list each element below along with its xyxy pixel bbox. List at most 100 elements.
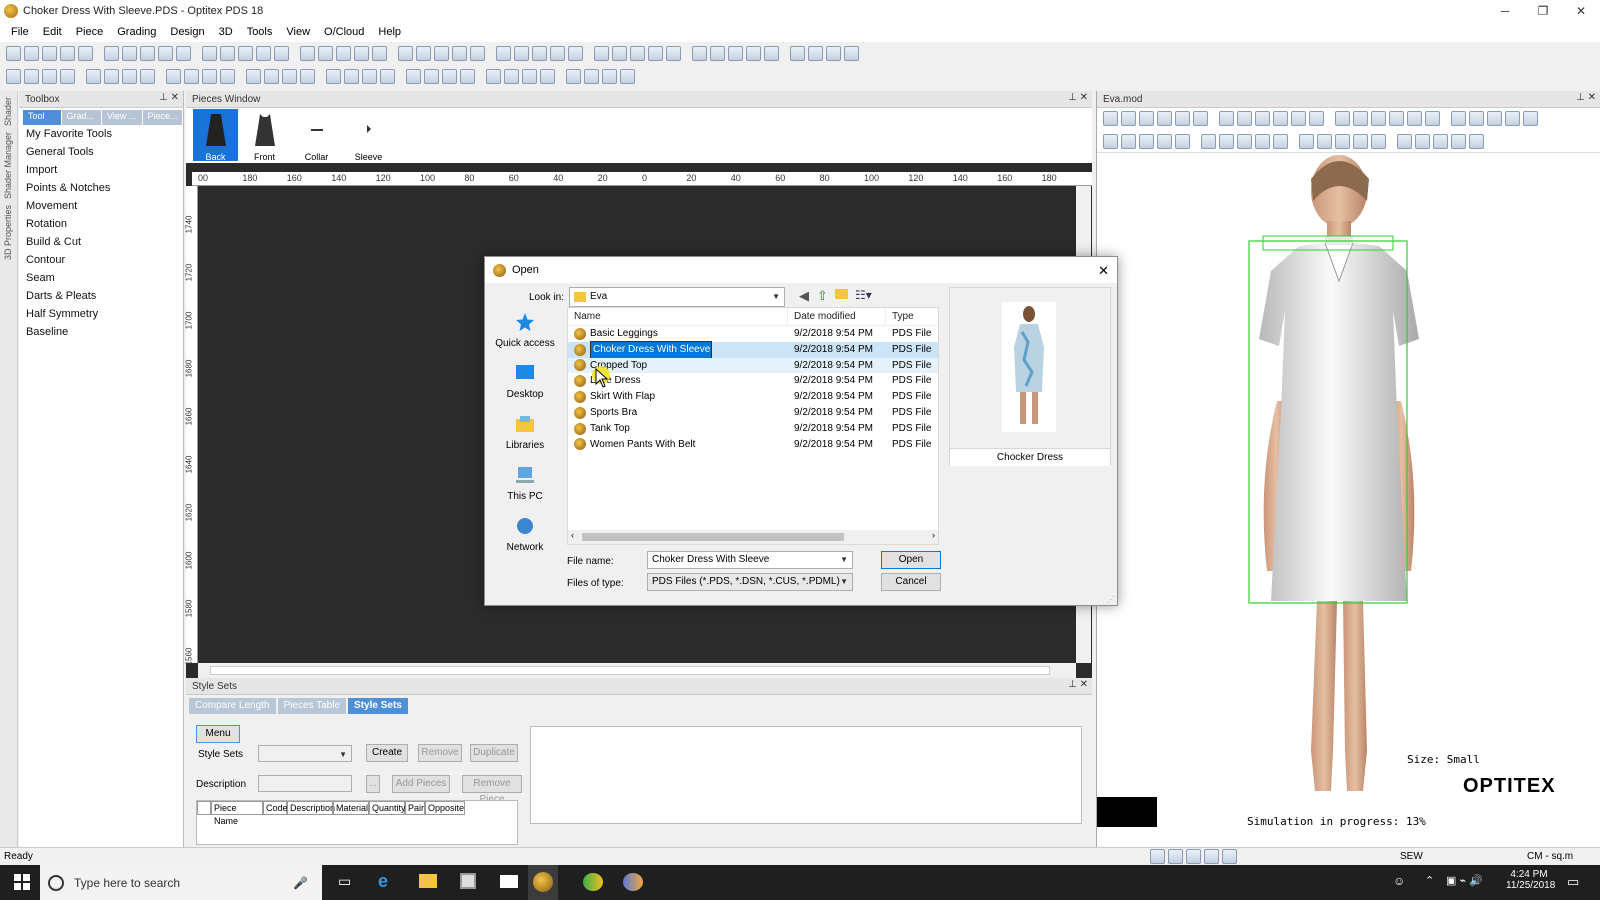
toolbar-button-icon[interactable] bbox=[158, 46, 173, 61]
toolbar-button-icon[interactable] bbox=[434, 46, 449, 61]
toolbar-button-icon[interactable] bbox=[558, 69, 563, 84]
toolbar-button-icon[interactable] bbox=[104, 46, 119, 61]
menu-tools[interactable]: Tools bbox=[240, 26, 280, 38]
duplicate-button[interactable]: Duplicate bbox=[470, 744, 518, 762]
minimize-button[interactable]: ─ bbox=[1486, 0, 1524, 22]
toolbox-item[interactable]: Baseline bbox=[19, 323, 183, 341]
toolbox-tab-view[interactable]: View ... bbox=[102, 110, 142, 125]
tab-compare-length[interactable]: Compare Length bbox=[189, 698, 276, 714]
toolbar-button-icon[interactable] bbox=[844, 46, 859, 61]
toolbar-button-icon[interactable] bbox=[808, 46, 823, 61]
toolbar-button-icon[interactable] bbox=[1291, 111, 1306, 126]
toolbar-button-icon[interactable] bbox=[86, 69, 101, 84]
toolbar-button-icon[interactable] bbox=[326, 69, 341, 84]
toolbar-button-icon[interactable] bbox=[362, 69, 377, 84]
close-button[interactable]: ✕ bbox=[1562, 0, 1600, 22]
toolbar-button-icon[interactable] bbox=[514, 46, 529, 61]
open-button[interactable]: Open bbox=[881, 551, 941, 569]
menu-help[interactable]: Help bbox=[371, 26, 408, 38]
toolbar-button-icon[interactable] bbox=[6, 46, 21, 61]
menu-piece[interactable]: Piece bbox=[69, 26, 111, 38]
menu-3d[interactable]: 3D bbox=[212, 26, 240, 38]
avatar-3d-model[interactable] bbox=[1207, 151, 1487, 816]
toolbar-button-icon[interactable] bbox=[202, 69, 217, 84]
toolbar-button-icon[interactable] bbox=[1193, 111, 1208, 126]
toolbar-button-icon[interactable] bbox=[1451, 111, 1466, 126]
toolbar-button-icon[interactable] bbox=[568, 46, 583, 61]
toolbar-button-icon[interactable] bbox=[746, 46, 761, 61]
toolbar-button-icon[interactable] bbox=[496, 46, 511, 61]
toolbar-button-icon[interactable] bbox=[238, 69, 243, 84]
cancel-button[interactable]: Cancel bbox=[881, 573, 941, 591]
toolbar-button-icon[interactable] bbox=[318, 46, 333, 61]
toolbar-button-icon[interactable] bbox=[344, 69, 359, 84]
toolbar-button-icon[interactable] bbox=[620, 69, 635, 84]
toolbox-item[interactable]: Half Symmetry bbox=[19, 305, 183, 323]
toolbar-button-icon[interactable] bbox=[24, 69, 39, 84]
toolbar-button-icon[interactable] bbox=[584, 69, 599, 84]
file-row[interactable]: Skirt With Flap 9/2/2018 9:54 PM PDS File bbox=[568, 389, 938, 405]
piece-sleeve[interactable]: Sleeve bbox=[346, 109, 391, 162]
toolbox-tab-grading[interactable]: Grad... bbox=[61, 110, 102, 125]
place-this-pc[interactable]: This PC bbox=[490, 465, 560, 502]
toolbar-button-icon[interactable] bbox=[782, 46, 787, 61]
toolbox-item[interactable]: General Tools bbox=[19, 143, 183, 161]
col-date-modified[interactable]: Date modified bbox=[788, 308, 886, 325]
place-quick-access[interactable]: Quick access bbox=[490, 312, 560, 349]
toolbar-button-icon[interactable] bbox=[1451, 134, 1466, 149]
toolbar-button-icon[interactable] bbox=[1211, 111, 1216, 126]
close-icon[interactable]: ✕ bbox=[1080, 679, 1088, 690]
tab-pieces-table[interactable]: Pieces Table bbox=[277, 698, 347, 714]
app-icon-2[interactable] bbox=[583, 873, 603, 891]
clock[interactable]: 4:24 PM 11/25/2018 bbox=[1506, 869, 1555, 891]
toolbar-button-icon[interactable] bbox=[1201, 134, 1216, 149]
toolbar-button-icon[interactable] bbox=[166, 69, 181, 84]
toolbar-button-icon[interactable] bbox=[1255, 111, 1270, 126]
toolbox-item[interactable]: Seam bbox=[19, 269, 183, 287]
store-icon[interactable] bbox=[460, 873, 476, 889]
toolbar-button-icon[interactable] bbox=[202, 46, 217, 61]
view-menu-icon[interactable]: ☷▾ bbox=[855, 288, 872, 302]
toolbar-button-icon[interactable] bbox=[336, 46, 351, 61]
toolbar-button-icon[interactable] bbox=[24, 46, 39, 61]
measure-icon[interactable] bbox=[1204, 849, 1219, 864]
col-type[interactable]: Type bbox=[886, 308, 936, 325]
toolbar-button-icon[interactable] bbox=[256, 46, 271, 61]
scroll-right-icon[interactable]: › bbox=[932, 530, 935, 540]
resize-grip-icon[interactable]: ⋰ bbox=[1107, 595, 1115, 604]
toolbar-button-icon[interactable] bbox=[478, 69, 483, 84]
toolbar-button-icon[interactable] bbox=[282, 69, 297, 84]
toolbar-button-icon[interactable] bbox=[104, 69, 119, 84]
toolbar-button-icon[interactable] bbox=[406, 69, 421, 84]
toolbar-button-icon[interactable] bbox=[684, 46, 689, 61]
toolbar-button-icon[interactable] bbox=[96, 46, 101, 61]
place-desktop[interactable]: Desktop bbox=[490, 363, 560, 400]
toolbar-button-icon[interactable] bbox=[1219, 134, 1234, 149]
toolbar-button-icon[interactable] bbox=[292, 46, 297, 61]
toolbar-button-icon[interactable] bbox=[1415, 134, 1430, 149]
toolbar-button-icon[interactable] bbox=[764, 46, 779, 61]
toolbar-button-icon[interactable] bbox=[42, 69, 57, 84]
toolbar-button-icon[interactable] bbox=[1389, 111, 1404, 126]
toolbox-item[interactable]: Movement bbox=[19, 197, 183, 215]
toolbar-button-icon[interactable] bbox=[122, 69, 137, 84]
toolbar-button-icon[interactable] bbox=[1103, 111, 1118, 126]
new-folder-icon[interactable] bbox=[835, 289, 848, 299]
notification-icon[interactable]: ▭ bbox=[1567, 874, 1579, 890]
toolbar-button-icon[interactable] bbox=[602, 69, 617, 84]
toolbox-item[interactable]: Points & Notches bbox=[19, 179, 183, 197]
file-row[interactable]: Cropped Top 9/2/2018 9:54 PM PDS File bbox=[568, 357, 938, 374]
toolbox-item[interactable]: Import bbox=[19, 161, 183, 179]
side-tab-shader[interactable]: Shader bbox=[3, 97, 13, 126]
toolbar-button-icon[interactable] bbox=[1487, 111, 1502, 126]
mail-icon[interactable] bbox=[500, 875, 518, 888]
toolbar-button-icon[interactable] bbox=[790, 46, 805, 61]
toolbar-button-icon[interactable] bbox=[1121, 134, 1136, 149]
dialog-close-icon[interactable]: ✕ bbox=[1098, 263, 1109, 279]
toolbar-button-icon[interactable] bbox=[1327, 111, 1332, 126]
tab-style-sets[interactable]: Style Sets bbox=[348, 698, 408, 714]
toolbar-button-icon[interactable] bbox=[586, 46, 591, 61]
horizontal-scrollbar[interactable] bbox=[198, 663, 1076, 678]
pin-icon[interactable]: ⊥ bbox=[1068, 92, 1077, 103]
toolbox-tab-piece[interactable]: Piece... bbox=[142, 110, 182, 125]
